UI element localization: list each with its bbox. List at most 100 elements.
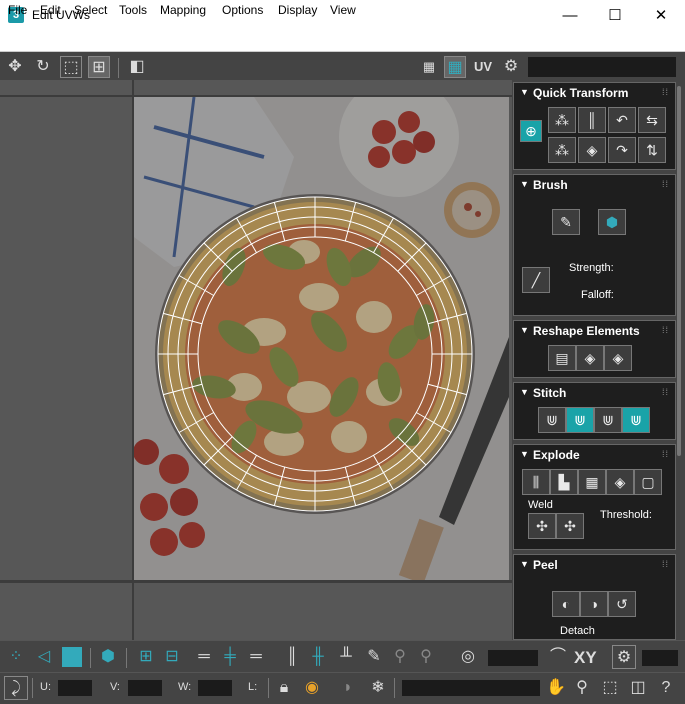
rollout-brush: ▼ Brush ⁞⁞ ✎ ⬢ ╱ Strength: Falloff: [513,174,676,316]
selection-set-field[interactable] [402,680,540,696]
menu-tools[interactable]: Tools [119,3,147,17]
pan-icon[interactable]: ✋ [544,676,568,700]
transform-icon[interactable]: ⤸ [4,676,28,700]
vertex-select-icon[interactable]: ⁘ [4,645,28,669]
w-field[interactable] [198,680,232,696]
flip-horizontal-icon[interactable]: ⇆ [638,107,666,133]
loop-shrink-icon[interactable]: ═ [244,645,268,669]
center-icon[interactable]: ◈ [578,137,606,163]
rollout-title: Quick Transform [533,86,629,100]
uv-icon[interactable]: UV [472,56,494,78]
collapse-icon: ▼ [520,87,529,97]
lock-icon[interactable]: 🔒︎ [272,676,296,700]
scale-icon[interactable]: ⬚ [60,56,82,78]
eye-icon[interactable]: ◉ [300,676,324,700]
shrink-selection-icon[interactable]: ⊟ [160,645,184,669]
toolbar-separator [118,58,119,78]
menu-file[interactable]: File [8,3,27,17]
reset-peel-icon[interactable]: ↺ [608,591,636,617]
element-select-icon[interactable]: ⬢ [96,645,120,669]
relax-icon[interactable]: ◈ [576,345,604,371]
menu-mapping[interactable]: Mapping [160,3,206,17]
v-field[interactable] [128,680,162,696]
settings-icon[interactable]: ⚙ [500,56,522,78]
toolbar-dropdown[interactable] [528,57,676,77]
rollout-header[interactable]: ▼ Brush ⁞⁞ [514,175,675,193]
minimize-button[interactable]: — [547,0,593,31]
rotate-cw-icon[interactable]: ↷ [608,137,636,163]
straighten-icon[interactable]: ▤ [548,345,576,371]
align-horizontal-icon[interactable]: ⁂ [548,107,576,133]
mirror-icon[interactable]: ◧ [126,56,148,78]
menu-edit[interactable]: Edit [40,3,61,17]
relax-brush-icon[interactable]: ⬢ [598,209,626,235]
paint-select-icon[interactable]: ✎ [362,645,386,669]
u-field[interactable] [58,680,92,696]
xy-label[interactable]: XY [574,648,597,668]
soft-selection-icon[interactable]: ◎ [456,645,480,669]
ring-grow-icon[interactable]: ╫ [306,645,330,669]
stitch-to-source-icon[interactable]: ⋓ [622,407,650,433]
stitch-custom-icon[interactable]: ⋓ [538,407,566,433]
stitch-to-target-icon[interactable]: ⋓ [566,407,594,433]
ring-icon[interactable]: ║ [280,645,304,669]
menu-view[interactable]: View [330,3,356,17]
stitch-average-icon[interactable]: ⋓ [594,407,622,433]
peel-mode-icon[interactable]: ◑ [580,591,608,617]
zoom-icon[interactable]: ⚲ [570,676,594,700]
menu-select[interactable]: Select [74,3,107,17]
break-icon[interactable]: ⫼ [522,469,550,495]
rollout-header[interactable]: ▼ Stitch ⁞⁞ [514,383,675,401]
weld-all-icon[interactable]: ✣ [556,513,584,539]
menu-options[interactable]: Options [222,3,263,17]
loop-grow-icon[interactable]: ╪ [218,645,242,669]
grip-icon: ⁞⁞ [661,449,669,459]
coordinate-field[interactable] [642,650,678,666]
help-icon[interactable]: ? [654,676,678,700]
rotate-ccw-icon[interactable]: ↶ [608,107,636,133]
rotate-icon[interactable]: ↻ [32,56,54,78]
space-vertical-icon[interactable]: ║ [578,107,606,133]
rollout-header[interactable]: ▼ Quick Transform ⁞⁞ [514,83,675,101]
relax-settings-icon[interactable]: ◈ [604,345,632,371]
soft-selection-field[interactable] [488,650,538,666]
uv-wireframe[interactable] [134,97,509,580]
close-button[interactable]: ✕ [638,0,684,31]
hide-icon[interactable]: ◗ [336,676,360,700]
quick-peel-icon[interactable]: ◐ [552,591,580,617]
rollout-title: Reshape Elements [533,324,640,338]
rollout-header[interactable]: ▼ Peel ⁞⁞ [514,555,675,573]
zoom-extents-icon[interactable]: ◫ [626,676,650,700]
freeze-icon[interactable]: ❄ [366,676,390,700]
pin-icon[interactable]: ⚙ [612,645,636,669]
explode-to-islands-icon[interactable]: ◈ [606,469,634,495]
face-select-icon[interactable] [60,645,84,669]
explode-by-material-icon[interactable]: ▦ [578,469,606,495]
loop-icon[interactable]: ═ [192,645,216,669]
freeform-icon[interactable]: ⊞ [88,56,110,78]
edge-select-icon[interactable]: ◁ [32,645,56,669]
texture-toggle-icon[interactable]: ▦ [444,56,466,78]
menu-display[interactable]: Display [278,3,317,17]
grip-icon: ⁞⁞ [661,179,669,189]
paint-move-icon[interactable]: ✎ [552,209,580,235]
checker-icon[interactable]: ▦ [418,56,440,78]
explode-by-smoothing-icon[interactable]: ▙ [550,469,578,495]
panel-scrollbar[interactable] [677,86,681,456]
flip-vertical-icon[interactable]: ⇅ [638,137,666,163]
falloff-type-icon[interactable]: ⌒ [546,645,570,669]
zoom-region-icon[interactable]: ⬚ [598,676,622,700]
maximize-button[interactable]: ☐ [592,0,638,31]
explode-by-polygroup-icon[interactable]: ▢ [634,469,662,495]
align-icon[interactable]: ⊕ [520,120,542,142]
falloff-curve-icon[interactable]: ╱ [522,267,550,293]
grow-selection-icon[interactable]: ⊞ [134,645,158,669]
rollout-header[interactable]: ▼ Explode ⁞⁞ [514,445,675,463]
paint-shrink-icon[interactable]: ⚲ [414,645,438,669]
ring-shrink-icon[interactable]: ╨ [334,645,358,669]
move-icon[interactable]: ✥ [4,56,26,78]
rollout-header[interactable]: ▼ Reshape Elements ⁞⁞ [514,321,675,339]
paint-grow-icon[interactable]: ⚲ [388,645,412,669]
align-vertical-icon[interactable]: ⁂ [548,137,576,163]
weld-selected-icon[interactable]: ✣ [528,513,556,539]
